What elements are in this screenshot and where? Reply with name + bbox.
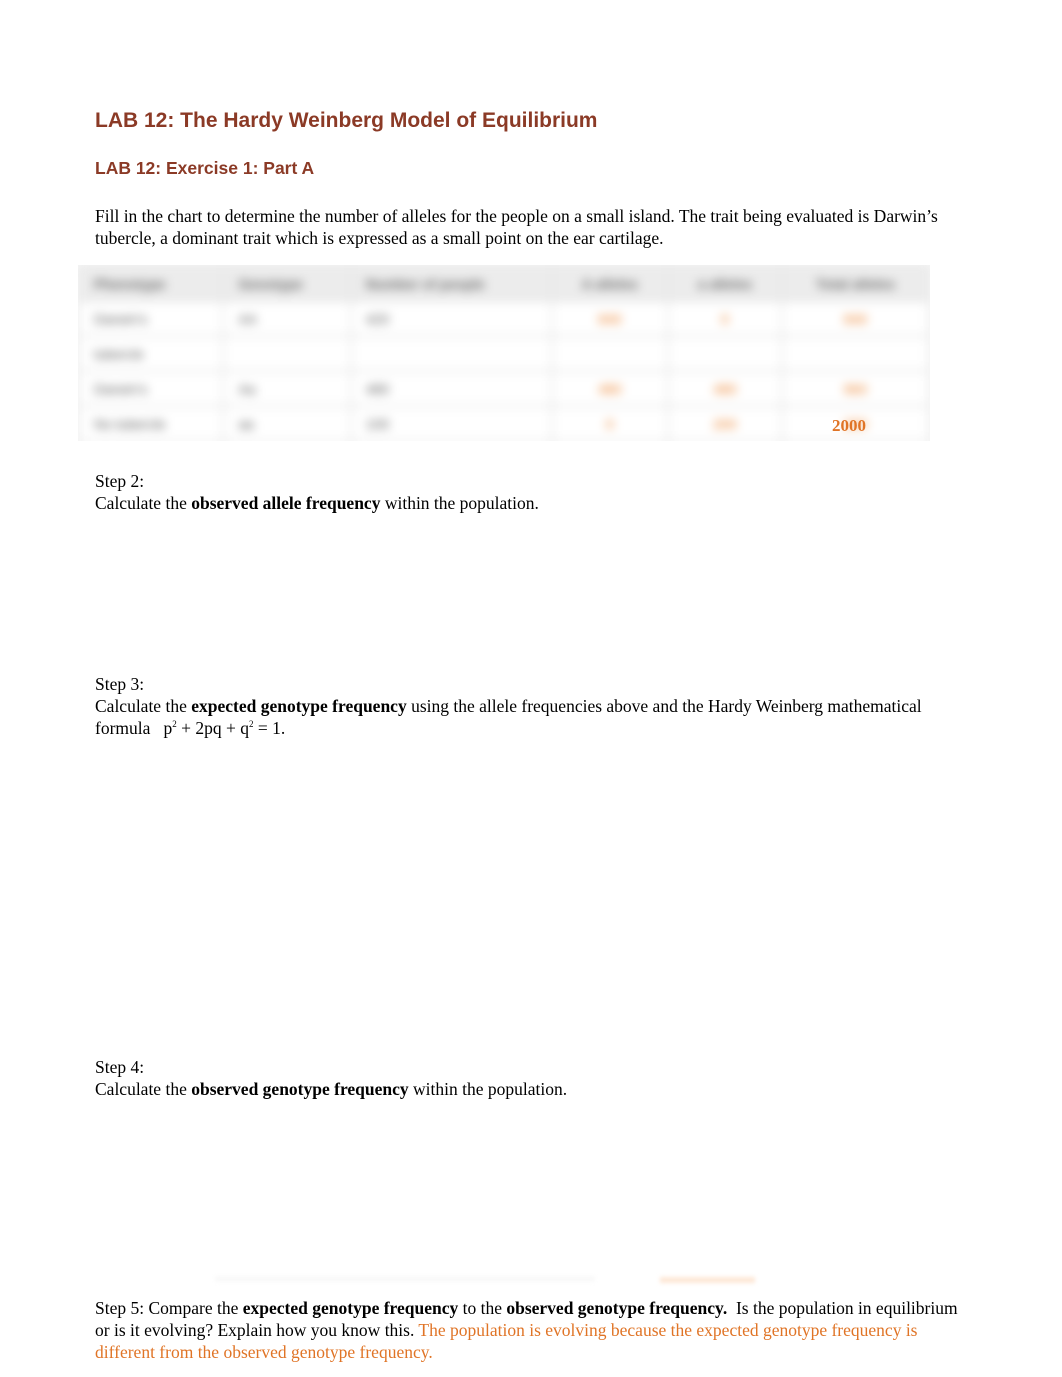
step-2-instruction: Calculate the observed allele frequency … — [95, 493, 539, 513]
allele-table: Phenotype Genotype Number of people A allel… — [78, 265, 930, 441]
page-title: LAB 12: The Hardy Weinberg Model of Equi… — [95, 109, 598, 132]
step-3-instruction: Calculate the expected genotype frequenc… — [95, 696, 922, 738]
section-heading: LAB 12: Exercise 1: Part A — [95, 158, 315, 178]
step-5: Step 5: Compare the expected genotype fr… — [95, 1298, 962, 1362]
blurred-divider — [215, 1277, 595, 1283]
step-3: Step 3: Calculate the expected genotype … — [95, 673, 965, 739]
step-2-label: Step 2: — [95, 471, 145, 491]
step-4: Step 4: Calculate the observed genotype … — [95, 1056, 965, 1100]
total-alleles-value: 2000 — [832, 416, 866, 435]
hardy-weinberg-formula: p2 + 2pq + q2 = 1. — [163, 718, 286, 738]
step-4-label: Step 4: — [95, 1057, 145, 1077]
intro-paragraph: Fill in the chart to determine the numbe… — [95, 206, 938, 248]
step-3-label: Step 3: — [95, 674, 145, 694]
allele-table-blurred: Phenotype Genotype Number of people A allel… — [78, 265, 930, 441]
step-4-instruction: Calculate the observed genotype frequenc… — [95, 1079, 568, 1099]
blurred-answer-remnant — [660, 1277, 755, 1283]
step-2: Step 2: Calculate the observed allele fr… — [95, 470, 965, 514]
